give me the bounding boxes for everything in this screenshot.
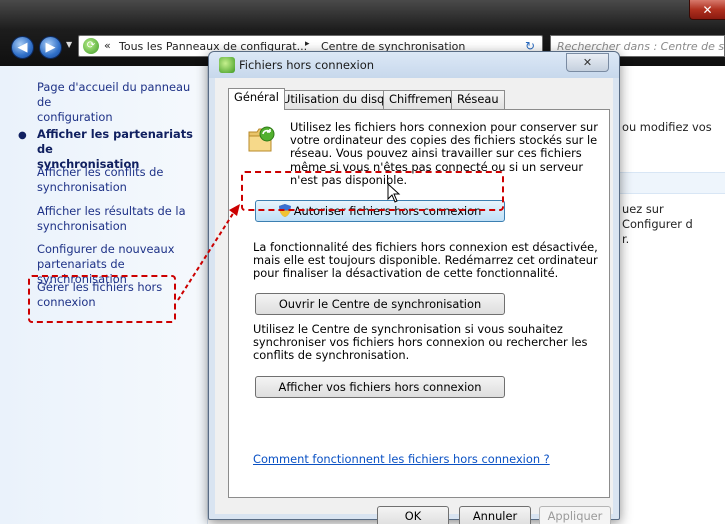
sidebar-item-results[interactable]: Afficher les résultats de la synchronisa… [37, 204, 207, 234]
main-text-line: r. [622, 232, 630, 246]
breadcrumb-separator-icon[interactable]: ▸ [305, 39, 310, 49]
sidebar-item-control-panel-home[interactable]: Page d'accueil du panneau de configurati… [37, 80, 207, 125]
disabled-status-text: La fonctionnalité des fichiers hors conn… [253, 240, 598, 281]
ok-button[interactable]: OK [377, 506, 449, 524]
forward-button[interactable]: ▶ [39, 36, 62, 59]
sidebar-item-label: synchronisation [37, 180, 127, 194]
tab-panel-general: Utilisez les fichiers hors connexion pou… [228, 109, 610, 498]
main-section-band [620, 172, 725, 194]
sync-center-text: Utilisez le Centre de synchronisation si… [253, 322, 588, 363]
help-link[interactable]: Comment fonctionnent les fichiers hors c… [253, 452, 550, 466]
sidebar-item-conflicts[interactable]: Afficher les conflits de synchronisation [37, 165, 207, 195]
sidebar-item-label: synchronisation [37, 219, 127, 233]
back-button[interactable]: ◀ [11, 36, 34, 59]
dialog-body: Général Utilisation du disque Chiffremen… [215, 78, 613, 524]
window-close-button[interactable]: ✕ [689, 0, 725, 20]
highlight-box-sidebar [28, 275, 176, 323]
view-offline-files-button[interactable]: Afficher vos fichiers hors connexion [255, 376, 505, 398]
sidebar-item-label: configuration [37, 110, 113, 124]
tab-network[interactable]: Réseau [451, 90, 505, 109]
sidebar-item-label: Afficher les conflits de [37, 165, 164, 179]
tab-general[interactable]: Général [228, 88, 285, 110]
main-text-line: uez sur Configurer d [622, 202, 693, 231]
chevron-icon[interactable]: « [104, 39, 111, 52]
recent-pages-dropdown-icon[interactable]: ▼ [66, 40, 72, 49]
dialog-titlebar[interactable]: Fichiers hors connexion ✕ [209, 52, 619, 78]
mouse-cursor-icon [387, 183, 401, 203]
sync-center-icon: ⟳ [83, 38, 99, 54]
offline-files-icon [219, 57, 235, 73]
main-text-fragment: uez sur Configurer d r. [622, 202, 725, 247]
apply-button[interactable]: Appliquer [539, 506, 611, 524]
sidebar-item-label: Afficher les résultats de la [37, 204, 186, 218]
offline-folder-icon [248, 126, 275, 152]
sidebar-item-label: Configurer de nouveaux [37, 242, 175, 256]
current-item-bullet: ● [18, 130, 27, 141]
dialog-close-button[interactable]: ✕ [566, 53, 609, 72]
open-sync-center-button[interactable]: Ouvrir le Centre de synchronisation [255, 293, 505, 315]
offline-files-dialog: Fichiers hors connexion ✕ Général Utilis… [208, 51, 620, 524]
cancel-button[interactable]: Annuler [459, 506, 531, 524]
main-text-fragment: ou modifiez vos [622, 120, 712, 134]
sidebar-item-label: Page d'accueil du panneau de [37, 80, 191, 109]
dialog-title: Fichiers hors connexion [239, 58, 375, 72]
highlight-box-enable-button [241, 171, 504, 211]
sidebar-item-label: Afficher les partenariats de [37, 127, 193, 156]
